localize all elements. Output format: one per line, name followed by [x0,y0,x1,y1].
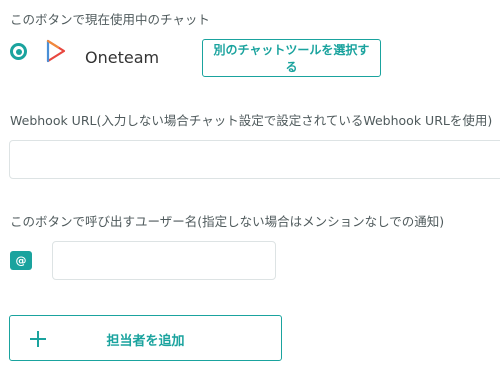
current-chat-app-name: Oneteam [85,48,160,67]
oneteam-logo-icon [46,39,66,63]
mention-username-input[interactable] [52,241,276,280]
radio-selected-dot [15,48,22,55]
select-other-chat-tool-button[interactable]: 別のチャットツールを選択する [202,39,381,77]
webhook-url-label: Webhook URL(入力しない場合チャット設定で設定されているWebhook… [10,113,493,128]
current-chat-radio[interactable] [10,43,27,60]
at-mention-icon: @ [10,251,32,270]
webhook-url-input[interactable] [9,140,500,179]
mention-user-label: このボタンで呼び出すユーザー名(指定しない場合はメンションなしでの通知) [10,214,445,229]
add-assignee-label: 担当者を追加 [106,333,185,348]
add-assignee-button[interactable]: 担当者を追加 [9,315,282,361]
current-chat-label: このボタンで現在使用中のチャット [10,12,210,27]
